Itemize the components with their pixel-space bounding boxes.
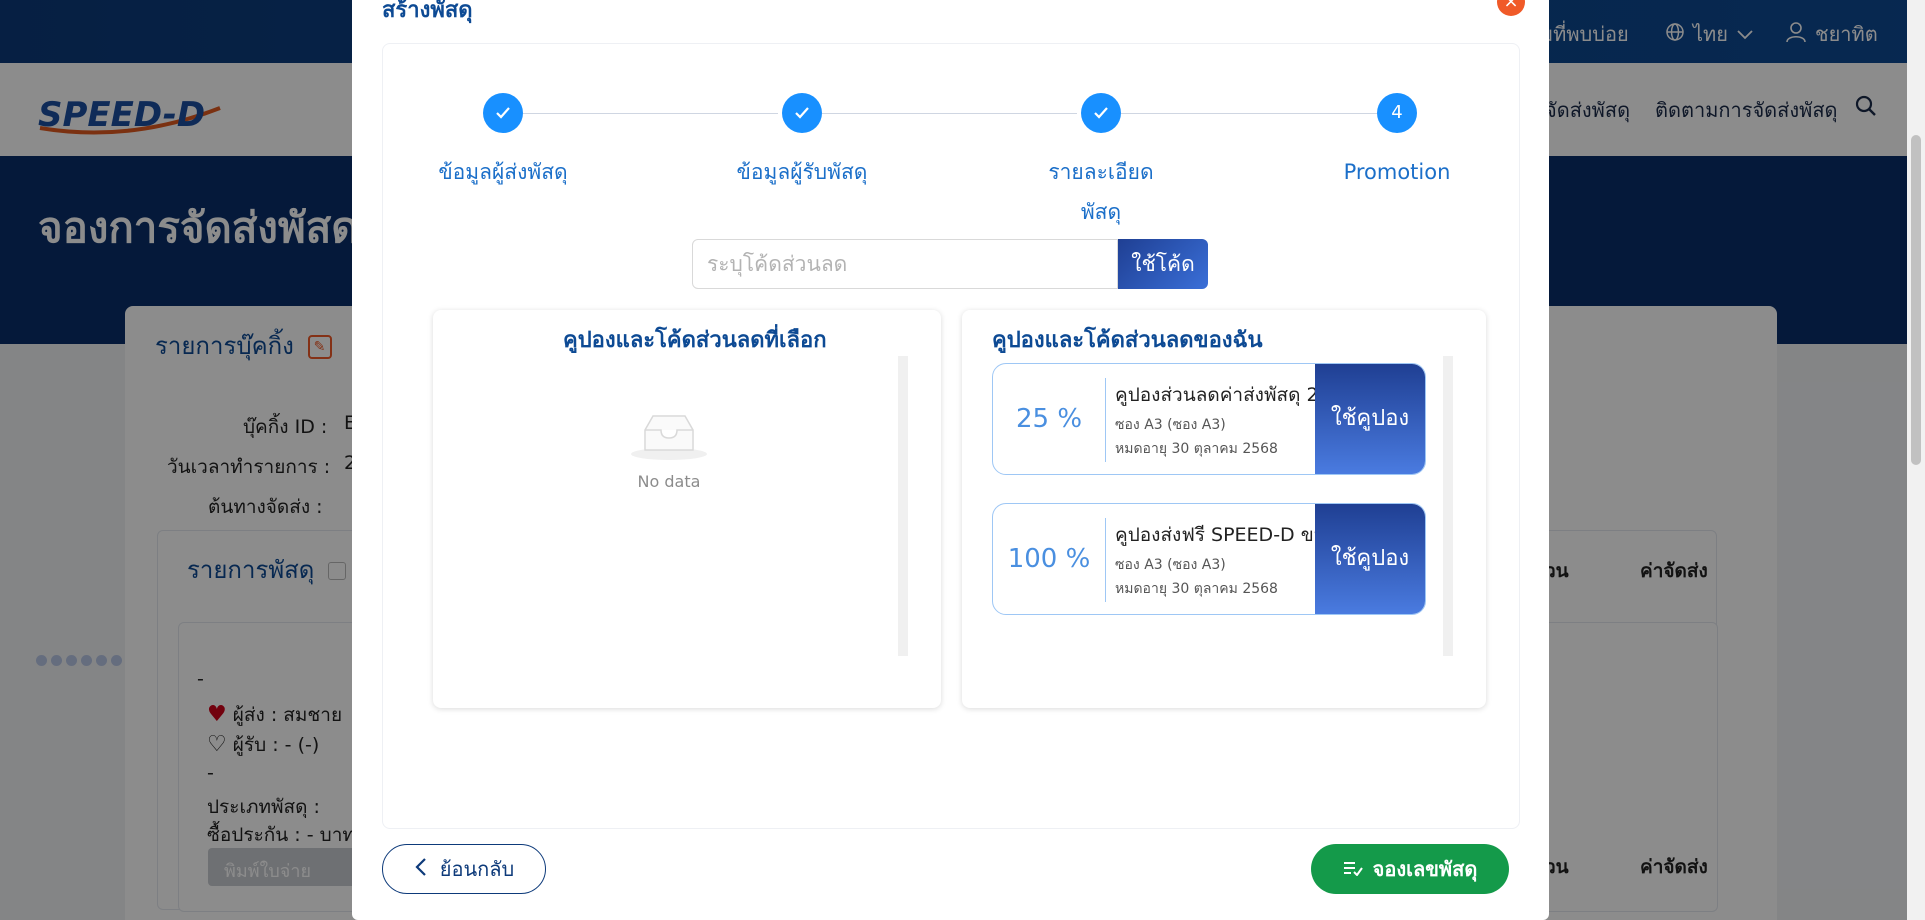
- back-button[interactable]: ย้อนกลับ: [382, 844, 546, 894]
- coupon-divider: [1105, 518, 1106, 602]
- modal-title: สร้างพัสดุ: [382, 0, 473, 23]
- step-4-number[interactable]: 4: [1377, 93, 1417, 133]
- selected-coupons-title: คูปองและโค้ดส่วนลดที่เลือก: [563, 328, 827, 353]
- empty-label: No data: [637, 472, 701, 491]
- step-1-label: ข้อมูลผู้ส่งพัสดุ: [438, 160, 568, 184]
- my-coupons-panel: คูปองและโค้ดส่วนลดของฉัน 25 % คูปองส่วนล…: [962, 310, 1486, 708]
- use-coupon-button[interactable]: ใช้คูปอง: [1315, 504, 1425, 614]
- step-connector-3: [1121, 113, 1377, 114]
- step-2-check-icon[interactable]: [782, 93, 822, 133]
- coupon-card: 25 % คูปองส่วนลดค่าส่งพัสดุ 25% SPE ซอง …: [992, 363, 1426, 475]
- back-button-label: ย้อนกลับ: [439, 857, 515, 881]
- book-button-label: จองเลขพัสดุ: [1372, 857, 1478, 881]
- page-scrollbar[interactable]: [1907, 0, 1925, 920]
- my-coupons-title: คูปองและโค้ดส่วนลดของฉัน: [992, 328, 1263, 353]
- use-coupon-button[interactable]: ใช้คูปอง: [1315, 364, 1425, 474]
- coupon-info: คูปองส่งฟรี SPEED-D ขนาด Size ซอง A3 (ซอ…: [1115, 520, 1327, 600]
- coupon-expiry: หมดอายุ 30 ตุลาคม 2568: [1115, 581, 1278, 597]
- step-2-label: ข้อมูลผู้รับพัสดุ: [736, 160, 868, 184]
- book-parcel-button[interactable]: จองเลขพัสดุ: [1311, 844, 1509, 894]
- coupon-card: 100 % คูปองส่งฟรี SPEED-D ขนาด Size ซอง …: [992, 503, 1426, 615]
- selected-coupons-scrollbar[interactable]: [898, 356, 908, 656]
- step-4-label: Promotion: [1343, 160, 1451, 184]
- list-check-icon: [1343, 857, 1363, 881]
- coupon-percent: 100 %: [1007, 544, 1091, 574]
- step-connector-2: [822, 113, 1077, 114]
- coupon-size: ซอง A3 (ซอง A3): [1115, 417, 1226, 433]
- chevron-left-icon: [414, 857, 428, 882]
- step-3-check-icon[interactable]: [1081, 93, 1121, 133]
- step-connector-1: [523, 113, 778, 114]
- my-coupons-scrollbar[interactable]: [1443, 356, 1453, 656]
- coupon-name: คูปองส่งฟรี SPEED-D ขนาด Size: [1115, 524, 1327, 546]
- page-scrollbar-thumb[interactable]: [1911, 135, 1921, 465]
- coupon-size: ซอง A3 (ซอง A3): [1115, 557, 1226, 573]
- coupon-name: คูปองส่วนลดค่าส่งพัสดุ 25% SPE: [1115, 384, 1327, 406]
- inbox-icon: [629, 415, 709, 466]
- selected-coupons-panel: คูปองและโค้ดส่วนลดที่เลือก No data: [433, 310, 941, 708]
- coupon-info: คูปองส่วนลดค่าส่งพัสดุ 25% SPE ซอง A3 (ซ…: [1115, 380, 1327, 460]
- coupon-expiry: หมดอายุ 30 ตุลาคม 2568: [1115, 441, 1278, 457]
- step-3-label: รายละเอียด พัสดุ: [1048, 160, 1154, 224]
- coupon-divider: [1105, 378, 1106, 462]
- promo-code-input[interactable]: [692, 239, 1118, 289]
- step-1-check-icon[interactable]: [483, 93, 523, 133]
- empty-state: No data: [629, 410, 709, 491]
- coupon-percent: 25 %: [1015, 404, 1083, 434]
- apply-code-button[interactable]: ใช้โค้ด: [1118, 239, 1208, 289]
